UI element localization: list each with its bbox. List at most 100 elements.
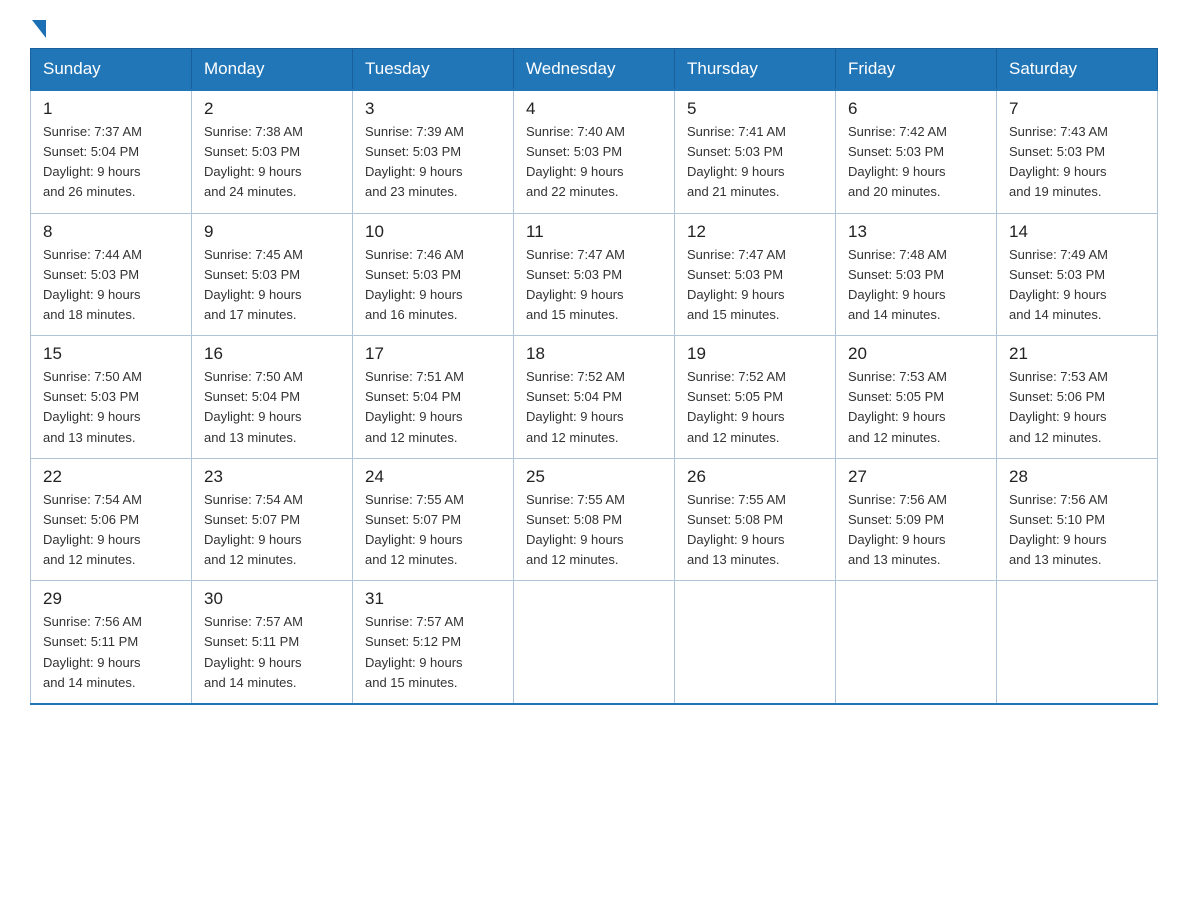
calendar-cell: 16 Sunrise: 7:50 AMSunset: 5:04 PMDayligh… [192,336,353,459]
calendar-cell [514,581,675,704]
logo-triangle-icon [32,20,46,38]
day-info: Sunrise: 7:56 AMSunset: 5:10 PMDaylight:… [1009,492,1108,567]
calendar-cell: 1 Sunrise: 7:37 AMSunset: 5:04 PMDaylight… [31,90,192,213]
calendar-cell: 3 Sunrise: 7:39 AMSunset: 5:03 PMDaylight… [353,90,514,213]
calendar-cell: 26 Sunrise: 7:55 AMSunset: 5:08 PMDayligh… [675,458,836,581]
calendar-cell: 17 Sunrise: 7:51 AMSunset: 5:04 PMDayligh… [353,336,514,459]
calendar-cell: 12Sunrise: 7:47 AMSunset: 5:03 PMDayligh… [675,213,836,336]
calendar-cell: 7 Sunrise: 7:43 AMSunset: 5:03 PMDaylight… [997,90,1158,213]
calendar-cell: 30 Sunrise: 7:57 AMSunset: 5:11 PMDayligh… [192,581,353,704]
day-number: 20 [848,344,984,364]
day-info: Sunrise: 7:47 AMSunset: 5:03 PMDaylight:… [526,247,625,322]
day-info: Sunrise: 7:49 AMSunset: 5:03 PMDaylight:… [1009,247,1108,322]
day-header-saturday: Saturday [997,49,1158,91]
day-number: 25 [526,467,662,487]
day-info: Sunrise: 7:39 AMSunset: 5:03 PMDaylight:… [365,124,464,199]
day-number: 26 [687,467,823,487]
day-number: 29 [43,589,179,609]
day-number: 22 [43,467,179,487]
day-number: 23 [204,467,340,487]
day-info: Sunrise: 7:37 AMSunset: 5:04 PMDaylight:… [43,124,142,199]
day-info: Sunrise: 7:43 AMSunset: 5:03 PMDaylight:… [1009,124,1108,199]
day-info: Sunrise: 7:57 AMSunset: 5:12 PMDaylight:… [365,614,464,689]
day-number: 27 [848,467,984,487]
day-info: Sunrise: 7:53 AMSunset: 5:05 PMDaylight:… [848,369,947,444]
day-info: Sunrise: 7:55 AMSunset: 5:08 PMDaylight:… [687,492,786,567]
calendar-cell: 29 Sunrise: 7:56 AMSunset: 5:11 PMDayligh… [31,581,192,704]
day-number: 5 [687,99,823,119]
day-header-tuesday: Tuesday [353,49,514,91]
calendar-cell: 9 Sunrise: 7:45 AMSunset: 5:03 PMDaylight… [192,213,353,336]
calendar-cell: 5 Sunrise: 7:41 AMSunset: 5:03 PMDaylight… [675,90,836,213]
calendar-cell: 25 Sunrise: 7:55 AMSunset: 5:08 PMDayligh… [514,458,675,581]
day-number: 3 [365,99,501,119]
day-header-sunday: Sunday [31,49,192,91]
days-of-week-row: SundayMondayTuesdayWednesdayThursdayFrid… [31,49,1158,91]
calendar-cell: 20 Sunrise: 7:53 AMSunset: 5:05 PMDayligh… [836,336,997,459]
day-number: 4 [526,99,662,119]
week-row-1: 1 Sunrise: 7:37 AMSunset: 5:04 PMDaylight… [31,90,1158,213]
calendar-cell: 4Sunrise: 7:40 AMSunset: 5:03 PMDaylight… [514,90,675,213]
day-info: Sunrise: 7:45 AMSunset: 5:03 PMDaylight:… [204,247,303,322]
day-header-monday: Monday [192,49,353,91]
day-info: Sunrise: 7:55 AMSunset: 5:07 PMDaylight:… [365,492,464,567]
calendar-cell: 31 Sunrise: 7:57 AMSunset: 5:12 PMDayligh… [353,581,514,704]
day-number: 1 [43,99,179,119]
day-info: Sunrise: 7:50 AMSunset: 5:03 PMDaylight:… [43,369,142,444]
calendar-cell: 13 Sunrise: 7:48 AMSunset: 5:03 PMDayligh… [836,213,997,336]
day-info: Sunrise: 7:57 AMSunset: 5:11 PMDaylight:… [204,614,303,689]
calendar-cell: 28 Sunrise: 7:56 AMSunset: 5:10 PMDayligh… [997,458,1158,581]
day-number: 6 [848,99,984,119]
day-number: 7 [1009,99,1145,119]
day-number: 17 [365,344,501,364]
calendar-cell: 11 Sunrise: 7:47 AMSunset: 5:03 PMDayligh… [514,213,675,336]
day-info: Sunrise: 7:56 AMSunset: 5:09 PMDaylight:… [848,492,947,567]
day-info: Sunrise: 7:56 AMSunset: 5:11 PMDaylight:… [43,614,142,689]
day-info: Sunrise: 7:54 AMSunset: 5:07 PMDaylight:… [204,492,303,567]
day-info: Sunrise: 7:44 AMSunset: 5:03 PMDaylight:… [43,247,142,322]
day-info: Sunrise: 7:51 AMSunset: 5:04 PMDaylight:… [365,369,464,444]
calendar-cell: 18 Sunrise: 7:52 AMSunset: 5:04 PMDayligh… [514,336,675,459]
calendar-cell: 19Sunrise: 7:52 AMSunset: 5:05 PMDayligh… [675,336,836,459]
day-number: 13 [848,222,984,242]
calendar-cell [836,581,997,704]
calendar-cell: 23 Sunrise: 7:54 AMSunset: 5:07 PMDayligh… [192,458,353,581]
day-info: Sunrise: 7:41 AMSunset: 5:03 PMDaylight:… [687,124,786,199]
calendar-cell: 8 Sunrise: 7:44 AMSunset: 5:03 PMDaylight… [31,213,192,336]
day-number: 9 [204,222,340,242]
day-info: Sunrise: 7:48 AMSunset: 5:03 PMDaylight:… [848,247,947,322]
day-number: 2 [204,99,340,119]
day-number: 12 [687,222,823,242]
day-number: 15 [43,344,179,364]
week-row-5: 29 Sunrise: 7:56 AMSunset: 5:11 PMDayligh… [31,581,1158,704]
day-header-thursday: Thursday [675,49,836,91]
day-number: 11 [526,222,662,242]
day-info: Sunrise: 7:54 AMSunset: 5:06 PMDaylight:… [43,492,142,567]
day-number: 31 [365,589,501,609]
day-info: Sunrise: 7:50 AMSunset: 5:04 PMDaylight:… [204,369,303,444]
day-number: 24 [365,467,501,487]
day-number: 14 [1009,222,1145,242]
logo [30,20,47,38]
day-number: 8 [43,222,179,242]
day-header-wednesday: Wednesday [514,49,675,91]
calendar-cell: 27 Sunrise: 7:56 AMSunset: 5:09 PMDayligh… [836,458,997,581]
day-info: Sunrise: 7:52 AMSunset: 5:04 PMDaylight:… [526,369,625,444]
day-number: 18 [526,344,662,364]
day-header-friday: Friday [836,49,997,91]
calendar-cell: 10 Sunrise: 7:46 AMSunset: 5:03 PMDayligh… [353,213,514,336]
calendar-cell [675,581,836,704]
day-info: Sunrise: 7:46 AMSunset: 5:03 PMDaylight:… [365,247,464,322]
calendar-table: SundayMondayTuesdayWednesdayThursdayFrid… [30,48,1158,705]
calendar-cell: 15 Sunrise: 7:50 AMSunset: 5:03 PMDayligh… [31,336,192,459]
page-header [30,20,1158,38]
week-row-2: 8 Sunrise: 7:44 AMSunset: 5:03 PMDaylight… [31,213,1158,336]
day-info: Sunrise: 7:55 AMSunset: 5:08 PMDaylight:… [526,492,625,567]
day-number: 16 [204,344,340,364]
day-number: 28 [1009,467,1145,487]
day-number: 30 [204,589,340,609]
calendar-cell: 2Sunrise: 7:38 AMSunset: 5:03 PMDaylight… [192,90,353,213]
calendar-cell [997,581,1158,704]
day-number: 19 [687,344,823,364]
day-number: 10 [365,222,501,242]
